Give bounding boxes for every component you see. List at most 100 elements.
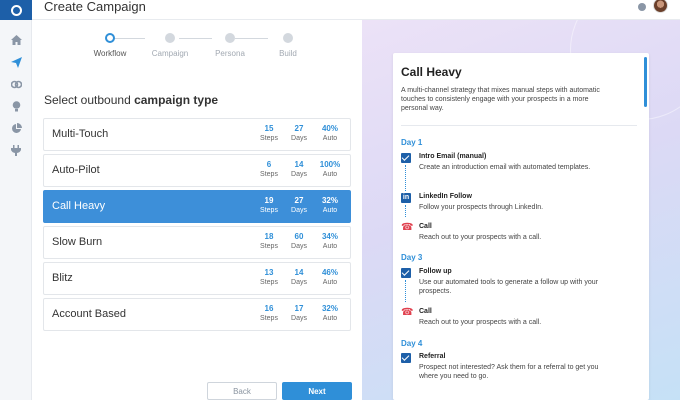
- detail-title: Call Heavy: [401, 65, 462, 79]
- campaign-type-account-based[interactable]: Account Based 16 Steps 17 Days 32% Auto: [43, 298, 351, 331]
- auto-stat: 100% Auto: [317, 160, 343, 178]
- days-unit: Days: [291, 315, 307, 322]
- logo-icon[interactable]: [0, 0, 32, 20]
- auto-unit: Auto: [322, 243, 338, 250]
- divider: [401, 125, 637, 126]
- step-persona[interactable]: Persona: [200, 33, 260, 58]
- steps-unit: Steps: [260, 135, 278, 142]
- steps-value: 16: [264, 304, 274, 313]
- days-value: 14: [294, 160, 304, 169]
- steps-value: 13: [264, 268, 274, 277]
- step-label: Persona: [215, 49, 245, 58]
- send-icon[interactable]: [8, 54, 24, 70]
- home-icon[interactable]: [8, 32, 24, 48]
- detail-description: A multi-channel strategy that mixes manu…: [401, 87, 600, 112]
- campaign-type-slow-burn[interactable]: Slow Burn 18 Steps 60 Days 34% Auto: [43, 226, 351, 259]
- auto-unit: Auto: [322, 207, 338, 214]
- days-unit: Days: [291, 135, 307, 142]
- auto-value: 34%: [321, 232, 338, 241]
- next-button[interactable]: Next: [282, 382, 352, 400]
- activity-name: LinkedIn Follow: [419, 193, 472, 200]
- steps-value: 6: [266, 160, 272, 169]
- step-workflow[interactable]: Workflow: [80, 33, 140, 58]
- campaign-detail-card[interactable]: Call Heavy A multi-channel strategy that…: [393, 53, 649, 400]
- days-stat: 60 Days: [286, 232, 312, 250]
- activity-desc: Create an introduction email with automa…: [419, 164, 591, 171]
- day-label: Day 3: [401, 253, 423, 262]
- campaign-type-auto-pilot[interactable]: Auto-Pilot 6 Steps 14 Days 100% Auto: [43, 154, 351, 187]
- wizard-stepper: Workflow Campaign Persona Build: [32, 33, 362, 78]
- steps-stat: 18 Steps: [256, 232, 282, 250]
- campaign-type-panel: Workflow Campaign Persona Build Select o…: [32, 20, 362, 400]
- pie-chart-icon[interactable]: [8, 120, 24, 136]
- days-value: 60: [294, 232, 304, 241]
- steps-value: 18: [264, 232, 274, 241]
- mail-icon: [401, 268, 411, 278]
- page-title: Create Campaign: [44, 0, 146, 14]
- campaign-type-multi-touch[interactable]: Multi-Touch 15 Steps 27 Days 40% Auto: [43, 118, 351, 151]
- timeline-connector: [405, 280, 406, 302]
- mail-icon: [401, 153, 411, 163]
- plug-icon[interactable]: [8, 142, 24, 158]
- days-value: 27: [294, 124, 304, 133]
- link-icon[interactable]: [8, 76, 24, 92]
- phone-icon: ☎: [401, 222, 414, 233]
- steps-unit: Steps: [260, 243, 278, 250]
- campaign-type-call-heavy[interactable]: Call Heavy 19 Steps 27 Days 32% Auto: [43, 190, 351, 223]
- activity-name: Referral: [419, 353, 446, 360]
- auto-value: 32%: [321, 304, 338, 313]
- mail-icon: [401, 353, 411, 363]
- auto-value: 32%: [321, 196, 338, 205]
- auto-stat: 34% Auto: [317, 232, 343, 250]
- days-stat: 14 Days: [286, 160, 312, 178]
- step-dot: [283, 33, 293, 43]
- campaign-type-name: Blitz: [52, 272, 73, 284]
- steps-value: 19: [264, 196, 274, 205]
- day-label: Day 1: [401, 138, 423, 147]
- step-build[interactable]: Build: [258, 33, 318, 58]
- activity-desc: Reach out to your prospects with a call.: [419, 234, 542, 241]
- card-scrollbar[interactable]: [644, 57, 647, 107]
- days-stat: 27 Days: [286, 124, 312, 142]
- avatar[interactable]: [653, 0, 668, 13]
- linkedin-icon: in: [401, 193, 411, 203]
- help-icon[interactable]: [638, 3, 646, 11]
- auto-value: 40%: [321, 124, 338, 133]
- steps-unit: Steps: [260, 279, 278, 286]
- timeline-connector: [405, 165, 406, 191]
- days-value: 14: [294, 268, 304, 277]
- phone-icon: ☎: [401, 307, 414, 318]
- step-campaign[interactable]: Campaign: [140, 33, 200, 58]
- step-dot: [105, 33, 115, 43]
- auto-stat: 32% Auto: [317, 304, 343, 322]
- campaign-type-name: Multi-Touch: [52, 128, 109, 140]
- activity-name: Call: [419, 223, 432, 230]
- days-stat: 27 Days: [286, 196, 312, 214]
- days-stat: 17 Days: [286, 304, 312, 322]
- days-value: 27: [294, 196, 304, 205]
- activity-desc: Prospect not interested? Ask them for a …: [419, 364, 599, 380]
- campaign-type-name: Auto-Pilot: [52, 164, 100, 176]
- campaign-type-name: Call Heavy: [52, 200, 106, 212]
- steps-unit: Steps: [260, 171, 278, 178]
- activity-name: Call: [419, 308, 432, 315]
- steps-unit: Steps: [260, 207, 278, 214]
- auto-unit: Auto: [322, 315, 338, 322]
- step-dot: [225, 33, 235, 43]
- auto-value: 100%: [319, 160, 341, 169]
- campaign-type-name: Slow Burn: [52, 236, 103, 248]
- steps-value: 15: [264, 124, 274, 133]
- auto-stat: 40% Auto: [317, 124, 343, 142]
- activity-desc: Reach out to your prospects with a call.: [419, 319, 542, 326]
- activity-name: Follow up: [419, 268, 452, 275]
- back-button[interactable]: Back: [207, 382, 277, 400]
- days-value: 17: [294, 304, 304, 313]
- day-label: Day 4: [401, 339, 423, 348]
- steps-unit: Steps: [260, 315, 278, 322]
- lightbulb-icon[interactable]: [8, 98, 24, 114]
- auto-stat: 32% Auto: [317, 196, 343, 214]
- auto-unit: Auto: [322, 135, 338, 142]
- top-header: Create Campaign: [32, 0, 680, 20]
- campaign-type-blitz[interactable]: Blitz 13 Steps 14 Days 46% Auto: [43, 262, 351, 295]
- activity-name: Intro Email (manual): [419, 153, 487, 160]
